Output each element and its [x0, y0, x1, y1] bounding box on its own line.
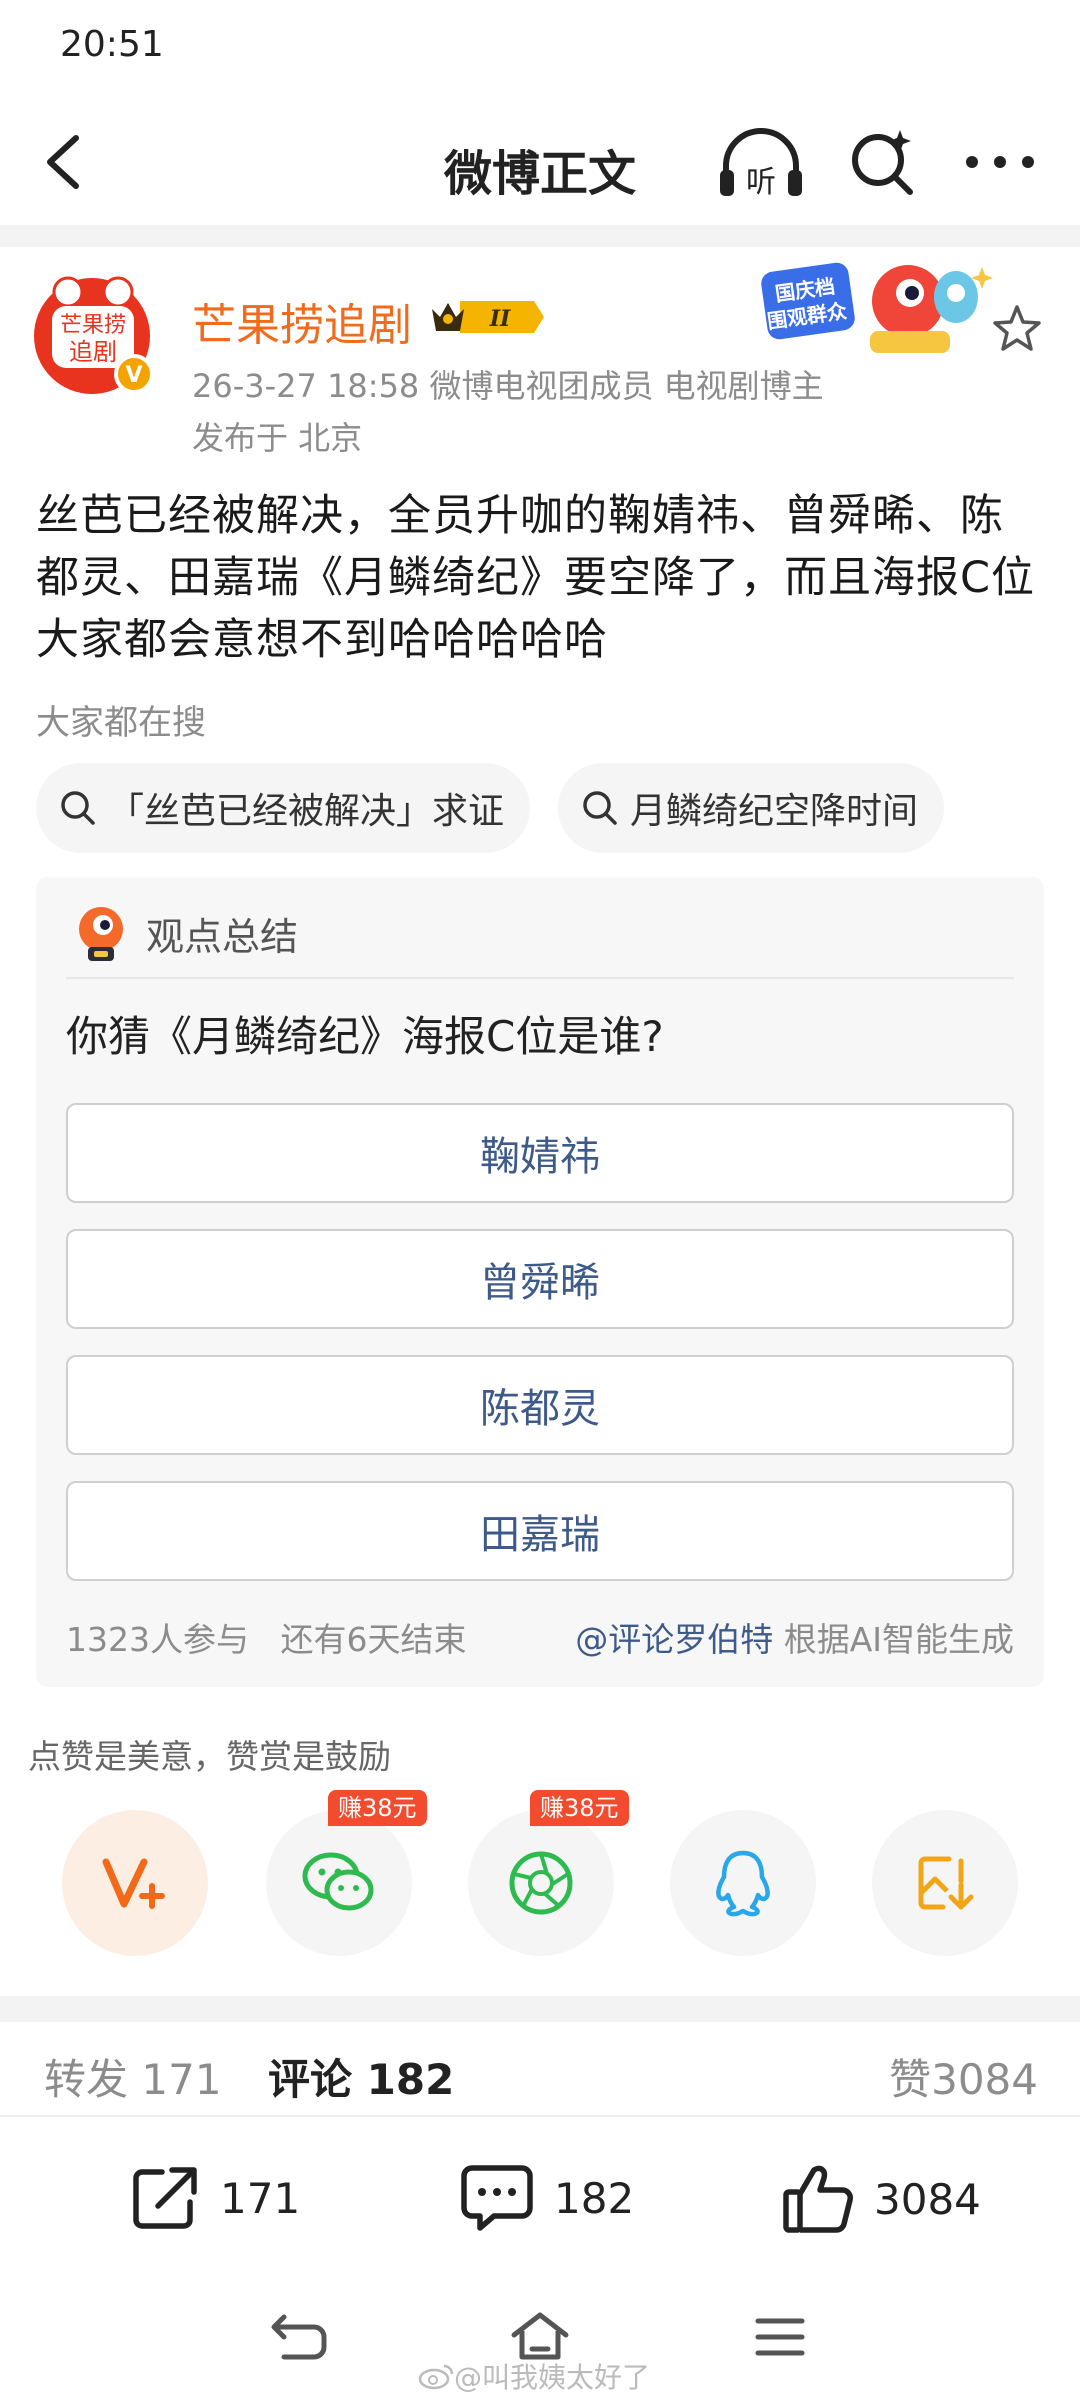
moments-aperture-icon [509, 1851, 573, 1915]
svg-text:听: 听 [746, 165, 776, 200]
tab-likes-count: 3084 [931, 2055, 1038, 2104]
stat-tabs: 转发 171 评论 182 赞3084 [0, 2022, 1080, 2117]
headphones-listen-icon: 听 [720, 128, 802, 200]
system-back-icon [271, 2314, 327, 2360]
svg-text:追剧: 追剧 [69, 338, 117, 366]
tab-likes-label: 赞 [889, 2055, 932, 2104]
like-button[interactable]: 3084 [780, 2162, 981, 2236]
post-meta: 26-3-27 18:58 微博电视团成员 电视剧博主 [192, 367, 824, 405]
author-avatar[interactable]: 芒果捞 追剧 V [30, 270, 160, 400]
opinion-divider [66, 977, 1014, 979]
section-divider [0, 225, 1080, 247]
tab-reposts-label: 转发 [44, 2055, 129, 2104]
hot-search-chip-label: 月鳞绮纪空降时间 [630, 791, 919, 832]
level-text: II [489, 306, 511, 332]
share-moments-button[interactable] [468, 1810, 614, 1956]
poll-source-account[interactable]: @评论罗伯特 [575, 1620, 773, 1659]
hot-search-chip-1[interactable]: 「丝芭已经被解决」求证 [36, 763, 531, 853]
comment-button[interactable]: 182 [458, 2162, 634, 2234]
reward-tip: 点赞是美意，赞赏是鼓励 [28, 1737, 391, 1776]
menu-lines-icon [755, 2318, 805, 2356]
svg-text:芒果捞: 芒果捞 [60, 313, 126, 338]
tab-reposts[interactable]: 转发 171 [44, 2046, 222, 2107]
share-qq-button[interactable] [670, 1810, 816, 1956]
poll-source-note: 根据AI智能生成 [773, 1620, 1014, 1659]
tab-comments[interactable]: 评论 182 [268, 2046, 454, 2107]
action-bar: 171 182 3084 [0, 2118, 1080, 2283]
page-title: 微博正文 [443, 146, 636, 202]
poll-option-2[interactable]: 曾舜晞 [66, 1229, 1014, 1329]
tab-reposts-count: 171 [141, 2055, 222, 2104]
watermark: @叫我姨太好了 [418, 2356, 650, 2396]
save-image-icon [918, 1856, 974, 1910]
favorite-button[interactable] [990, 302, 1044, 356]
earn-tag-wechat: 赚38元 [328, 1790, 427, 1826]
opinion-header: 观点总结 [72, 903, 298, 963]
wechat-icon [302, 1852, 374, 1911]
comment-count: 182 [554, 2173, 635, 2223]
status-time: 20:51 [60, 24, 164, 65]
system-back-button[interactable] [268, 2309, 332, 2365]
v-plus-reward-icon [102, 1858, 165, 1909]
thumbs-up-icon [783, 2165, 853, 2233]
robot-mascot-icon [79, 907, 123, 961]
like-count: 3084 [874, 2174, 981, 2224]
holiday-mascot-icon: 国庆档 围观群众 [761, 262, 993, 353]
top-nav-bar: 微博正文 听 [0, 100, 1080, 225]
share-row: 赚38元 赚38元 [0, 1790, 1080, 1960]
tab-comments-count: 182 [366, 2055, 455, 2104]
opinion-summary-card: 观点总结 你猜《月鳞绮纪》海报C位是谁? 鞠婧祎 曾舜晞 陈都灵 田嘉瑞 132… [36, 877, 1044, 1687]
qq-penguin-icon [716, 1850, 770, 1917]
system-menu-button[interactable] [748, 2309, 812, 2365]
more-dots-icon [966, 156, 1034, 168]
search-button[interactable] [846, 126, 918, 198]
earn-tag-moments: 赚38元 [530, 1790, 629, 1826]
mango-avatar-icon: 芒果捞 追剧 V [34, 276, 154, 394]
repost-icon [133, 2167, 197, 2229]
svg-text:V: V [125, 363, 142, 388]
more-button[interactable] [960, 126, 1040, 198]
share-wechat-button[interactable] [266, 1810, 412, 1956]
poll-option-4[interactable]: 田嘉瑞 [66, 1481, 1014, 1581]
opinion-title: 观点总结 [146, 914, 299, 959]
status-bar: 20:51 [0, 0, 1080, 100]
crown-level-icon: II [432, 301, 544, 333]
star-outline-icon [993, 305, 1041, 351]
save-image-button[interactable] [872, 1810, 1018, 1956]
tab-likes[interactable]: 赞3084 [889, 2046, 1038, 2107]
hot-search-chip-label: 「丝芭已经被解决」求证 [108, 791, 505, 832]
section-divider [0, 1996, 1080, 2022]
poll-participants: 1323人参与 [66, 1620, 249, 1659]
repost-count: 171 [220, 2173, 301, 2223]
listen-button[interactable]: 听 [718, 126, 804, 200]
search-icon [61, 791, 95, 825]
search-icon [583, 791, 617, 825]
weibo-logo-icon [418, 2364, 454, 2390]
comment-bubble-icon [461, 2165, 533, 2231]
poll-question: 你猜《月鳞绮纪》海报C位是谁? [66, 1012, 664, 1061]
poll-stats: 1323人参与 还有6天结束 [66, 1613, 466, 1661]
holiday-decor-badge[interactable]: 国庆档 围观群众 [760, 253, 1000, 363]
reward-button[interactable] [62, 1810, 208, 1956]
poll-option-3[interactable]: 陈都灵 [66, 1355, 1014, 1455]
post-location: 发布于 北京 [192, 419, 363, 457]
hot-search-chip-2[interactable]: 月鳞绮纪空降时间 [558, 763, 945, 853]
poll-source: @评论罗伯特 根据AI智能生成 [575, 1613, 1014, 1661]
poll-remaining: 还有6天结束 [280, 1620, 467, 1659]
repost-button[interactable]: 171 [128, 2162, 300, 2234]
post-body-text: 丝芭已经被解决，全员升咖的鞠婧祎、曾舜晞、陈都灵、田嘉瑞《月鳞绮纪》要空降了，而… [36, 491, 1036, 665]
watermark-text: @叫我姨太好了 [454, 2361, 651, 2394]
tab-comments-label: 评论 [268, 2055, 353, 2104]
author-name[interactable]: 芒果捞追剧 [192, 289, 412, 353]
ai-search-icon [852, 130, 913, 195]
poll-option-1[interactable]: 鞠婧祎 [66, 1103, 1014, 1203]
hot-search-label: 大家都在搜 [36, 703, 206, 743]
member-level-badge[interactable]: II [430, 297, 546, 337]
